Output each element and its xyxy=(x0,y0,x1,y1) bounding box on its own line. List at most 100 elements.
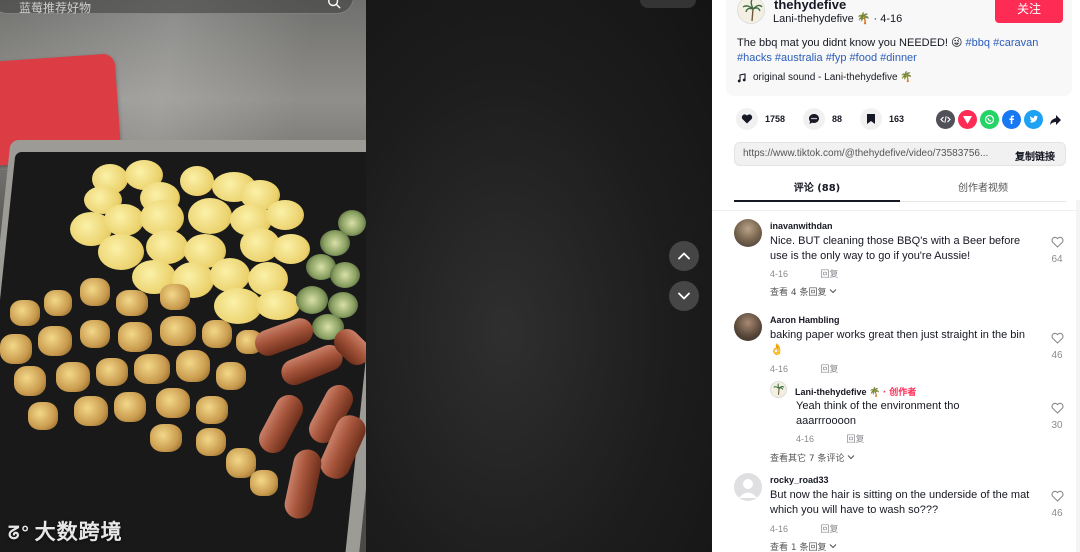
like-button[interactable]: 1758 xyxy=(736,108,785,130)
tab-comments[interactable]: 评论 (88) xyxy=(734,179,900,194)
chicken-piece xyxy=(0,334,32,364)
view-replies-button[interactable]: 查看 1 条回复 xyxy=(770,540,837,552)
bookmark-icon xyxy=(867,114,876,124)
search-icon[interactable] xyxy=(327,0,341,9)
embed-icon xyxy=(940,116,951,123)
chicken-piece xyxy=(202,320,232,348)
hashtag-link[interactable]: #australia xyxy=(775,52,823,64)
chicken-piece xyxy=(150,424,182,452)
chicken-piece xyxy=(196,428,226,456)
hashtag-link[interactable]: #bbq xyxy=(966,37,990,49)
heart-outline-icon xyxy=(1051,490,1063,502)
post-date: 4-16 xyxy=(880,13,903,25)
watermark-logo-icon: ᘔ° xyxy=(8,523,31,544)
view-more-comments-button[interactable]: 查看其它 7 条评论 xyxy=(770,451,855,464)
action-bar: 1758 88 163 xyxy=(736,108,922,130)
sound-row[interactable]: original sound - Lani-thehydefive 🌴 xyxy=(737,72,913,83)
chicken-piece xyxy=(196,396,228,424)
reply-like-count: 30 xyxy=(1051,420,1063,431)
author-username[interactable]: thehydefive xyxy=(774,0,846,12)
twitter-icon xyxy=(1029,115,1038,123)
commenter-username[interactable]: rocky_road33 xyxy=(770,475,829,485)
reply-text: Yeah think of the environment tho aaarrr… xyxy=(796,400,960,427)
hashtag-link[interactable]: #caravan xyxy=(993,37,1038,49)
author-nickname[interactable]: Lani-thehydefive 🌴 xyxy=(773,13,870,25)
next-video-button[interactable] xyxy=(669,281,699,311)
like-circle xyxy=(736,108,758,130)
save-button[interactable]: 163 xyxy=(860,108,904,130)
default-avatar-icon xyxy=(739,479,757,498)
send-to-friends-button[interactable] xyxy=(958,110,977,129)
chevron-down-icon xyxy=(829,289,837,294)
author-nickname-row: Lani-thehydefive 🌴 · 4-16 xyxy=(773,12,902,25)
comment-circle xyxy=(803,108,826,130)
facebook-icon xyxy=(1009,115,1014,124)
sound-name[interactable]: original sound - Lani-thehydefive 🌴 xyxy=(753,72,913,83)
description-text: The bbq mat you didnt know you NEEDED! 😜 xyxy=(737,37,963,49)
video-search-bar[interactable]: 蓝莓推荐好物 xyxy=(0,0,354,15)
heart-icon xyxy=(741,114,753,124)
copy-link-button[interactable]: 复制链接 xyxy=(1015,148,1055,163)
chicken-piece xyxy=(80,320,110,348)
chicken-piece xyxy=(38,326,72,356)
hashtag-link[interactable]: #hacks xyxy=(737,52,772,64)
zucchini-slice xyxy=(338,210,366,236)
comment-button[interactable]: 88 xyxy=(803,108,842,130)
video-frame[interactable]: 蓝莓推荐好物 ᘔ° 大数跨境 xyxy=(0,0,366,552)
twitter-share-button[interactable] xyxy=(1024,110,1043,129)
comment-date: 4-16 xyxy=(770,524,789,534)
comment-count: 88 xyxy=(832,114,843,124)
top-overlay-button[interactable] xyxy=(640,0,696,8)
reply-button[interactable]: 回复 xyxy=(821,270,839,280)
follow-button[interactable]: 关注 xyxy=(995,0,1063,23)
hashtag-link[interactable]: #food xyxy=(850,52,878,64)
creator-badge: · 创作者 xyxy=(882,388,917,398)
comment-tabs: 评论 (88) 创作者视频 xyxy=(734,176,1066,202)
comment-like-button[interactable]: 46 xyxy=(1048,489,1066,519)
reply-author-avatar[interactable] xyxy=(770,381,787,398)
reply-author-username[interactable]: Lani-thehydefive 🌴 xyxy=(795,387,880,397)
whatsapp-share-button[interactable] xyxy=(980,110,999,129)
tab-creator-videos[interactable]: 创作者视频 xyxy=(900,179,1066,194)
comment-like-button[interactable]: 64 xyxy=(1048,235,1066,265)
reply-button[interactable]: 回复 xyxy=(821,525,839,535)
reply-like-button[interactable]: 30 xyxy=(1048,401,1066,431)
commenter-avatar[interactable] xyxy=(734,219,762,247)
share-arrow-icon xyxy=(1050,114,1061,125)
hashtag-link[interactable]: #dinner xyxy=(880,52,917,64)
commenter-avatar[interactable] xyxy=(734,313,762,341)
chicken-piece xyxy=(96,358,128,386)
video-url[interactable]: https://www.tiktok.com/@thehydefive/vide… xyxy=(743,148,1005,159)
comment-scrollbar[interactable] xyxy=(1076,200,1080,552)
chicken-piece xyxy=(44,290,72,316)
reply-button[interactable]: 回复 xyxy=(847,435,865,445)
chicken-piece xyxy=(80,278,110,306)
more-share-button[interactable] xyxy=(1046,110,1065,129)
video-player[interactable]: 蓝莓推荐好物 ᘔ° 大数跨境 xyxy=(0,0,712,552)
commenter-avatar[interactable] xyxy=(734,473,762,501)
chicken-piece xyxy=(114,392,146,422)
palm-tree-avatar-icon xyxy=(773,383,785,395)
potato-slice xyxy=(214,288,262,324)
potato-slice xyxy=(180,166,214,196)
commenter-username[interactable]: Aaron Hambling xyxy=(770,315,840,325)
side-panel: thehydefive Lani-thehydefive 🌴 · 4-16 关注… xyxy=(712,0,1080,552)
facebook-share-button[interactable] xyxy=(1002,110,1021,129)
music-note-icon xyxy=(737,72,746,82)
comment-like-button[interactable]: 46 xyxy=(1048,331,1066,361)
potato-slice xyxy=(272,234,310,264)
video-backdrop xyxy=(366,0,712,552)
previous-video-button[interactable] xyxy=(669,241,699,271)
chicken-piece xyxy=(56,362,90,392)
comment-meta: 4-16 回复 xyxy=(770,267,839,280)
commenter-username[interactable]: inavanwithdan xyxy=(770,221,833,231)
hashtag-link[interactable]: #fyp xyxy=(826,52,847,64)
chevron-down-icon xyxy=(678,292,690,300)
view-replies-label: 查看 4 条回复 xyxy=(770,288,827,298)
chicken-piece xyxy=(156,388,190,418)
embed-button[interactable] xyxy=(936,110,955,129)
reply-button[interactable]: 回复 xyxy=(821,365,839,375)
potato-slice xyxy=(188,198,232,234)
chicken-piece xyxy=(14,366,46,396)
view-replies-button[interactable]: 查看 4 条回复 xyxy=(770,285,837,298)
